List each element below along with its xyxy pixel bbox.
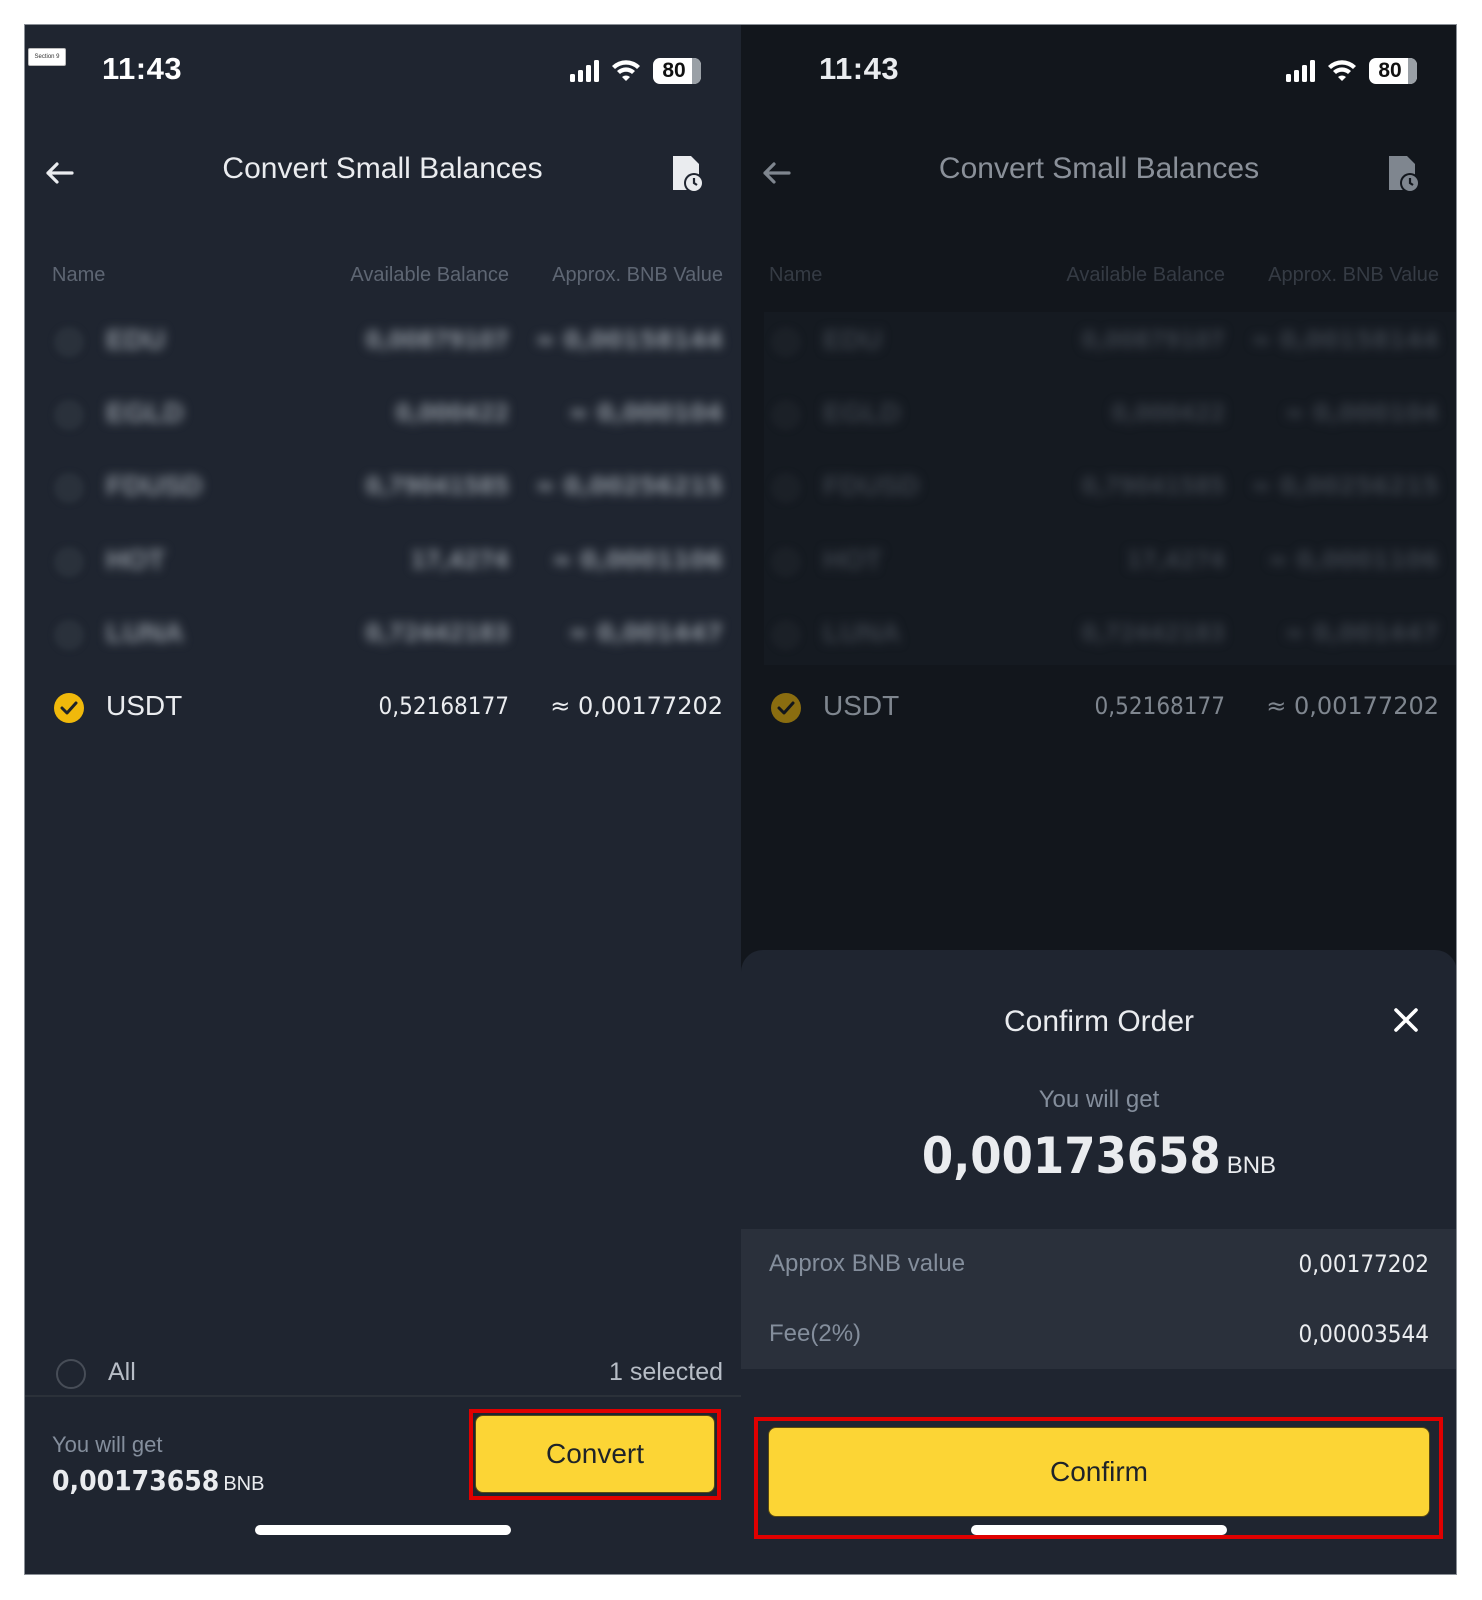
- battery-level: 80: [1378, 59, 1402, 82]
- battery-level: 80: [662, 59, 686, 82]
- screenshot-frame: [24, 24, 1457, 1575]
- section-tag: Section 9: [28, 48, 66, 66]
